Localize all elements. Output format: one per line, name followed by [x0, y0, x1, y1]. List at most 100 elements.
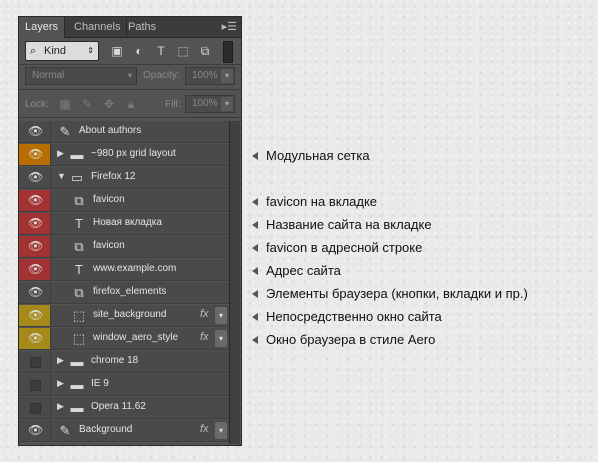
visibility-toggle[interactable]: 👁︎	[19, 190, 51, 211]
fx-icon[interactable]: fx	[200, 423, 209, 435]
visibility-toggle[interactable]: 👁︎	[19, 282, 51, 303]
panel-menu-icon[interactable]: ▸☰	[222, 20, 237, 34]
visibility-toggle[interactable]	[19, 374, 51, 395]
layer-row[interactable]: 👁︎ ⧉ favicon	[19, 190, 229, 212]
adjustment-filter-icon[interactable]: ◐	[131, 44, 147, 58]
fx-icon[interactable]: fx	[200, 308, 209, 320]
annotation-aero-window: Окно браузера в стиле Aero	[252, 332, 435, 347]
lock-all-icon[interactable]: 🔒︎	[123, 97, 139, 112]
filter-toggle[interactable]	[223, 41, 233, 63]
layer-name: About authors	[79, 125, 142, 136]
shape-filter-icon[interactable]: ⬚	[175, 44, 191, 58]
scrollbar[interactable]	[229, 121, 240, 444]
tab-channels[interactable]: Channels	[68, 17, 128, 37]
visibility-toggle[interactable]: 👁︎	[19, 167, 51, 188]
filter-kind-label: Kind	[44, 45, 67, 57]
lock-image-icon[interactable]: ✎	[79, 97, 95, 111]
arrow-left-icon	[252, 312, 258, 321]
eye-icon: 👁︎	[28, 170, 44, 184]
eye-icon: 👁︎	[28, 331, 44, 345]
tab-paths[interactable]: Paths	[122, 17, 162, 37]
visibility-toggle[interactable]	[19, 351, 51, 372]
caret-down-icon[interactable]: ▼	[57, 171, 66, 181]
fill-field[interactable]: 100% ▾	[185, 95, 235, 113]
opacity-field[interactable]: 100% ▾	[185, 67, 235, 85]
layer-row[interactable]: 👁︎ ⬚ site_background fx ▾	[19, 305, 229, 327]
visibility-toggle[interactable]: 👁︎	[19, 259, 51, 280]
caret-right-icon[interactable]: ▶	[57, 148, 64, 159]
brush-icon: ✎	[59, 423, 71, 438]
smart-object-icon: ⧉	[74, 193, 84, 208]
chevron-down-icon[interactable]: ▾	[221, 97, 233, 111]
eye-icon: 👁︎	[28, 285, 44, 299]
layer-row[interactable]: 👁︎ ⧉ favicon	[19, 236, 229, 258]
visibility-toggle[interactable]: 👁︎	[19, 328, 51, 349]
folder-icon: ▬	[70, 147, 84, 162]
visibility-toggle[interactable]	[19, 397, 51, 418]
visibility-toggle[interactable]: 👁︎	[19, 213, 51, 234]
layer-row[interactable]: 👁︎ ▼ ▭ Firefox 12	[19, 167, 229, 189]
smart-object-icon: ⧉	[74, 285, 84, 300]
layer-name: window_aero_style	[93, 332, 179, 343]
layer-name: favicon	[93, 194, 125, 205]
caret-right-icon[interactable]: ▶	[57, 355, 64, 366]
visibility-toggle[interactable]: 👁︎	[19, 305, 51, 326]
opacity-value: 100%	[192, 70, 218, 81]
chevron-down-icon[interactable]: ▾	[215, 307, 227, 324]
layer-name: site_background	[93, 309, 167, 320]
smart-object-icon: ⧉	[74, 239, 84, 254]
caret-right-icon[interactable]: ▶	[57, 378, 64, 389]
layer-row[interactable]: ▶ ▬ Opera 11.62	[19, 397, 229, 419]
eye-icon: 👁︎	[28, 147, 44, 161]
layer-row[interactable]: 👁︎ ⬚ window_aero_style fx ▾	[19, 328, 229, 350]
layer-name: firefox_elements	[93, 286, 167, 297]
visibility-box	[30, 403, 41, 414]
image-filter-icon[interactable]: ▣	[109, 44, 125, 58]
lock-transparent-icon[interactable]: ▦	[57, 97, 73, 111]
folder-icon: ▬	[70, 354, 84, 369]
visibility-toggle[interactable]: 👁︎	[19, 121, 51, 142]
annotation-text: Модульная сетка	[266, 148, 370, 163]
layer-name: Opera 11.62	[91, 401, 146, 412]
text-filter-icon[interactable]: T	[153, 44, 169, 58]
layers-panel: Layers Channels Paths ▸☰ ⌕ Kind ⇕ ▣ ◐ T …	[18, 16, 242, 446]
annotation-text: Непосредственно окно сайта	[266, 309, 442, 324]
annotation-tab-title: Название сайта на вкладке	[252, 217, 432, 232]
fx-icon[interactable]: fx	[200, 331, 209, 343]
layer-row[interactable]: 👁︎ ▶ ▬ ~980 px grid layout	[19, 144, 229, 166]
arrow-left-icon	[252, 220, 258, 229]
layer-row[interactable]: 👁︎ T Новая вкладка	[19, 213, 229, 235]
layer-row[interactable]: 👁︎ Twww.example.com	[19, 259, 229, 281]
chevron-down-icon[interactable]: ▾	[215, 330, 227, 347]
arrow-left-icon	[252, 266, 258, 275]
arrow-left-icon	[252, 243, 258, 252]
layer-row[interactable]: 👁︎ ✎ Background fx ▾	[19, 420, 229, 442]
smart-object-filter-icon[interactable]: ⧉	[197, 44, 213, 58]
lock-position-icon[interactable]: ✥	[101, 97, 117, 111]
visibility-toggle[interactable]: 👁︎	[19, 236, 51, 257]
visibility-toggle[interactable]: 👁︎	[19, 144, 51, 165]
layer-name: Новая вкладка	[93, 217, 162, 228]
eye-icon: 👁︎	[28, 262, 44, 276]
caret-right-icon[interactable]: ▶	[57, 401, 64, 412]
annotation-favicon-tab: favicon на вкладке	[252, 194, 377, 209]
text-layer-icon: T	[75, 262, 83, 277]
annotation-site-window: Непосредственно окно сайта	[252, 309, 442, 324]
layer-row[interactable]: ▶ ▬ chrome 18	[19, 351, 229, 373]
blend-mode-select[interactable]: Normal ▾	[25, 67, 137, 85]
eye-icon: 👁︎	[28, 216, 44, 230]
layer-row[interactable]: 👁︎ ⧉ firefox_elements	[19, 282, 229, 304]
filter-kind-select[interactable]: ⌕ Kind ⇕	[25, 41, 99, 61]
tab-layers[interactable]: Layers	[19, 17, 66, 38]
annotation-text: Окно браузера в стиле Aero	[266, 332, 436, 347]
blend-mode-value: Normal	[32, 70, 65, 81]
visibility-toggle[interactable]: 👁︎	[19, 420, 51, 441]
annotation-text: favicon на вкладке	[266, 194, 378, 209]
fill-value: 100%	[192, 98, 218, 109]
chevron-down-icon[interactable]: ▾	[215, 422, 227, 439]
layer-row[interactable]: 👁︎ ✎ About authors	[19, 121, 229, 143]
annotation-favicon-address: favicon в адресной строке	[252, 240, 422, 255]
chevron-down-icon[interactable]: ▾	[221, 69, 233, 83]
layer-row[interactable]: ▶ ▬ IE 9	[19, 374, 229, 396]
chevron-down-icon: ▾	[127, 71, 132, 80]
